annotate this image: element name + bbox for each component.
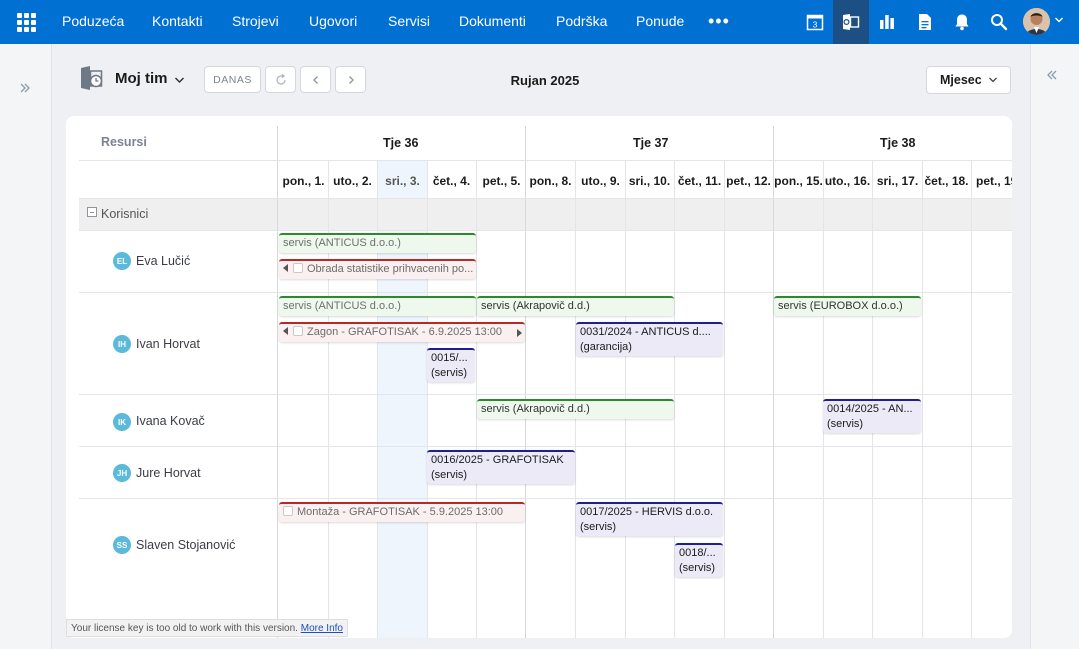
event-work-order[interactable]: 0014/2025 - AN... (servis) <box>823 399 921 433</box>
day-header: pet., 19. <box>976 174 1012 188</box>
continues-right-icon <box>517 329 522 337</box>
month-title: Rujan 2025 <box>510 73 580 88</box>
chevron-down-icon <box>988 77 997 83</box>
event-task[interactable]: Montaža - GRAFOTISAK - 5.9.2025 13:00 <box>279 502 525 522</box>
continues-left-icon <box>283 327 288 335</box>
collapse-toggle-icon[interactable] <box>87 207 97 217</box>
user-avatar-badge: EL <box>113 252 131 270</box>
event-servis[interactable]: servis (ANTICUS d.o.o.) <box>279 296 476 316</box>
bell-icon[interactable] <box>944 0 980 44</box>
user-avatar[interactable] <box>1023 8 1050 35</box>
event-work-order[interactable]: 0015/... (servis) <box>427 348 475 382</box>
nav-item-servisi[interactable]: Servisi <box>388 0 430 44</box>
nav-item-kontakti[interactable]: Kontakti <box>152 0 203 44</box>
chevron-down-icon[interactable] <box>174 75 185 86</box>
document-icon[interactable] <box>907 0 943 44</box>
week-header-37: Tje 37 <box>633 136 669 150</box>
more-info-link[interactable]: More Info <box>301 623 343 634</box>
nav-item-ugovori[interactable]: Ugovori <box>309 0 357 44</box>
continues-left-icon <box>283 264 288 272</box>
next-button[interactable] <box>335 66 366 93</box>
day-header: uto., 16. <box>824 174 871 188</box>
event-task[interactable]: Obrada statistike prihvacenih po... <box>279 259 476 279</box>
app-launcher-icon[interactable] <box>17 13 36 32</box>
day-header: pon., 15. <box>774 174 823 188</box>
user-avatar-badge: IK <box>113 413 131 431</box>
day-header: čet., 4. <box>432 174 471 188</box>
nav-item-strojevi[interactable]: Strojevi <box>232 0 279 44</box>
nav-item-podrska[interactable]: Podrška <box>556 0 607 44</box>
nav-more-icon[interactable]: ••• <box>708 12 730 30</box>
resource-name: Slaven Stojanović <box>136 538 236 552</box>
right-pane <box>1030 44 1079 649</box>
team-title[interactable]: Moj tim <box>115 70 168 87</box>
day-header: sri., 17. <box>876 174 919 188</box>
day-header: čet., 18. <box>924 174 969 188</box>
previous-button[interactable] <box>300 66 331 93</box>
event-work-order[interactable]: 0031/2024 - ANTICUS d.... (garancija) <box>576 322 723 356</box>
chevron-down-icon[interactable] <box>1054 15 1064 25</box>
user-avatar-badge: IH <box>113 335 131 353</box>
day-header: pet., 5. <box>482 174 521 188</box>
day-header-today: sri., 3. <box>385 174 420 188</box>
day-header: pon., 1. <box>282 174 325 188</box>
view-select[interactable]: Mjesec <box>926 66 1011 94</box>
event-work-order[interactable]: 0018/... (servis) <box>675 543 723 577</box>
user-avatar-badge: SS <box>113 536 131 554</box>
resource-name: Jure Horvat <box>136 466 201 480</box>
resource-name: Ivan Horvat <box>136 337 200 351</box>
task-checkbox[interactable] <box>293 263 303 273</box>
event-task[interactable]: Zagon - GRAFOTISAK - 6.9.2025 13:00 <box>279 322 525 342</box>
refresh-icon <box>275 73 286 85</box>
calendar-icon[interactable]: 3 <box>797 0 833 44</box>
day-header: pet., 12. <box>726 174 771 188</box>
refresh-button[interactable] <box>265 66 296 93</box>
day-header: uto., 9. <box>581 174 620 188</box>
chevron-left-icon <box>312 75 318 84</box>
expand-right-icon[interactable] <box>19 82 31 94</box>
day-header: sri., 10. <box>628 174 671 188</box>
left-pane <box>0 44 52 649</box>
week-header-36: Tje 36 <box>383 136 419 150</box>
event-servis[interactable]: servis (EUROBOX d.o.o.) <box>774 296 921 316</box>
scheduler-icon[interactable] <box>833 0 869 44</box>
view-select-label: Mjesec <box>940 73 982 87</box>
event-servis[interactable]: servis (Akrapovič d.d.) <box>477 296 674 316</box>
event-work-order[interactable]: 0016/2025 - GRAFOTISAK (servis) <box>427 450 575 484</box>
chart-icon[interactable] <box>869 0 905 44</box>
day-header: pon., 8. <box>529 174 572 188</box>
day-header: uto., 2. <box>333 174 372 188</box>
team-scheduler-icon <box>81 66 103 90</box>
today-button[interactable]: DANAS <box>204 66 261 93</box>
task-checkbox[interactable] <box>293 326 303 336</box>
license-notice: Your license key is too old to work with… <box>66 619 348 637</box>
resources-header: Resursi <box>101 135 147 149</box>
resource-name: Ivana Kovač <box>136 414 205 428</box>
nav-item-dokumenti[interactable]: Dokumenti <box>459 0 526 44</box>
top-navigation-bar: Poduzeća Kontakti Strojevi Ugovori Servi… <box>0 0 1079 44</box>
calendar-day-number: 3 <box>813 20 818 30</box>
search-icon[interactable] <box>981 0 1017 44</box>
event-servis[interactable]: servis (Akrapovič d.d.) <box>477 399 674 419</box>
week-header-38: Tje 38 <box>880 136 916 150</box>
user-avatar-badge: JH <box>113 464 131 482</box>
scheduler-panel <box>66 116 1012 638</box>
expand-left-icon[interactable] <box>1046 69 1058 81</box>
resource-name: Eva Lučić <box>136 254 191 268</box>
event-work-order[interactable]: 0017/2025 - HERVIS d.o.o. (servis) <box>576 502 723 536</box>
chevron-right-icon <box>348 75 354 84</box>
nav-item-poduzeca[interactable]: Poduzeća <box>62 0 124 44</box>
task-checkbox[interactable] <box>283 506 293 516</box>
group-label: Korisnici <box>101 207 149 221</box>
nav-item-ponude[interactable]: Ponude <box>636 0 684 44</box>
event-servis[interactable]: servis (ANTICUS d.o.o.) <box>279 233 476 253</box>
day-header: čet., 11. <box>677 174 722 188</box>
